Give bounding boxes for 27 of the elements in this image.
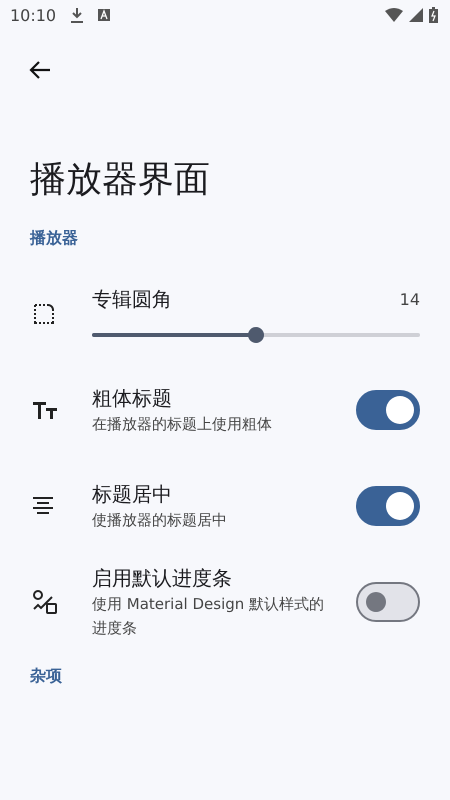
text-size-icon [32, 400, 58, 420]
setting-title: 启用默认进度条 [92, 565, 233, 592]
align-center-icon [32, 496, 54, 516]
setting-title: 专辑圆角 [92, 286, 172, 313]
shapes-icon [32, 589, 58, 615]
download-icon [70, 7, 84, 23]
status-time: 10:10 [10, 6, 56, 24]
setting-description: 在播放器的标题上使用粗体 [92, 414, 273, 435]
setting-title: 标题居中 [92, 481, 173, 508]
section-header: 播放器 [30, 228, 79, 249]
signal-icon [409, 8, 423, 22]
slider-track[interactable] [92, 327, 420, 343]
slider-value: 14 [400, 290, 420, 308]
wifi-icon [385, 8, 403, 22]
rounded-corner-icon [32, 302, 56, 326]
back-arrow-icon [29, 60, 51, 80]
toggle-switch[interactable] [356, 582, 420, 622]
slider-thumb[interactable] [248, 327, 264, 343]
toggle-switch[interactable] [356, 486, 420, 526]
toggle-switch[interactable] [356, 390, 420, 430]
keyboard-icon [98, 9, 110, 21]
setting-description: 使播放器的标题居中 [92, 510, 228, 531]
page-title: 播放器界面 [30, 158, 211, 202]
setting-description: 使用 Material Design 默认样式的进度条 [92, 594, 326, 639]
section-header: 杂项 [30, 666, 63, 687]
setting-title: 粗体标题 [92, 385, 173, 412]
battery-icon [429, 7, 438, 23]
